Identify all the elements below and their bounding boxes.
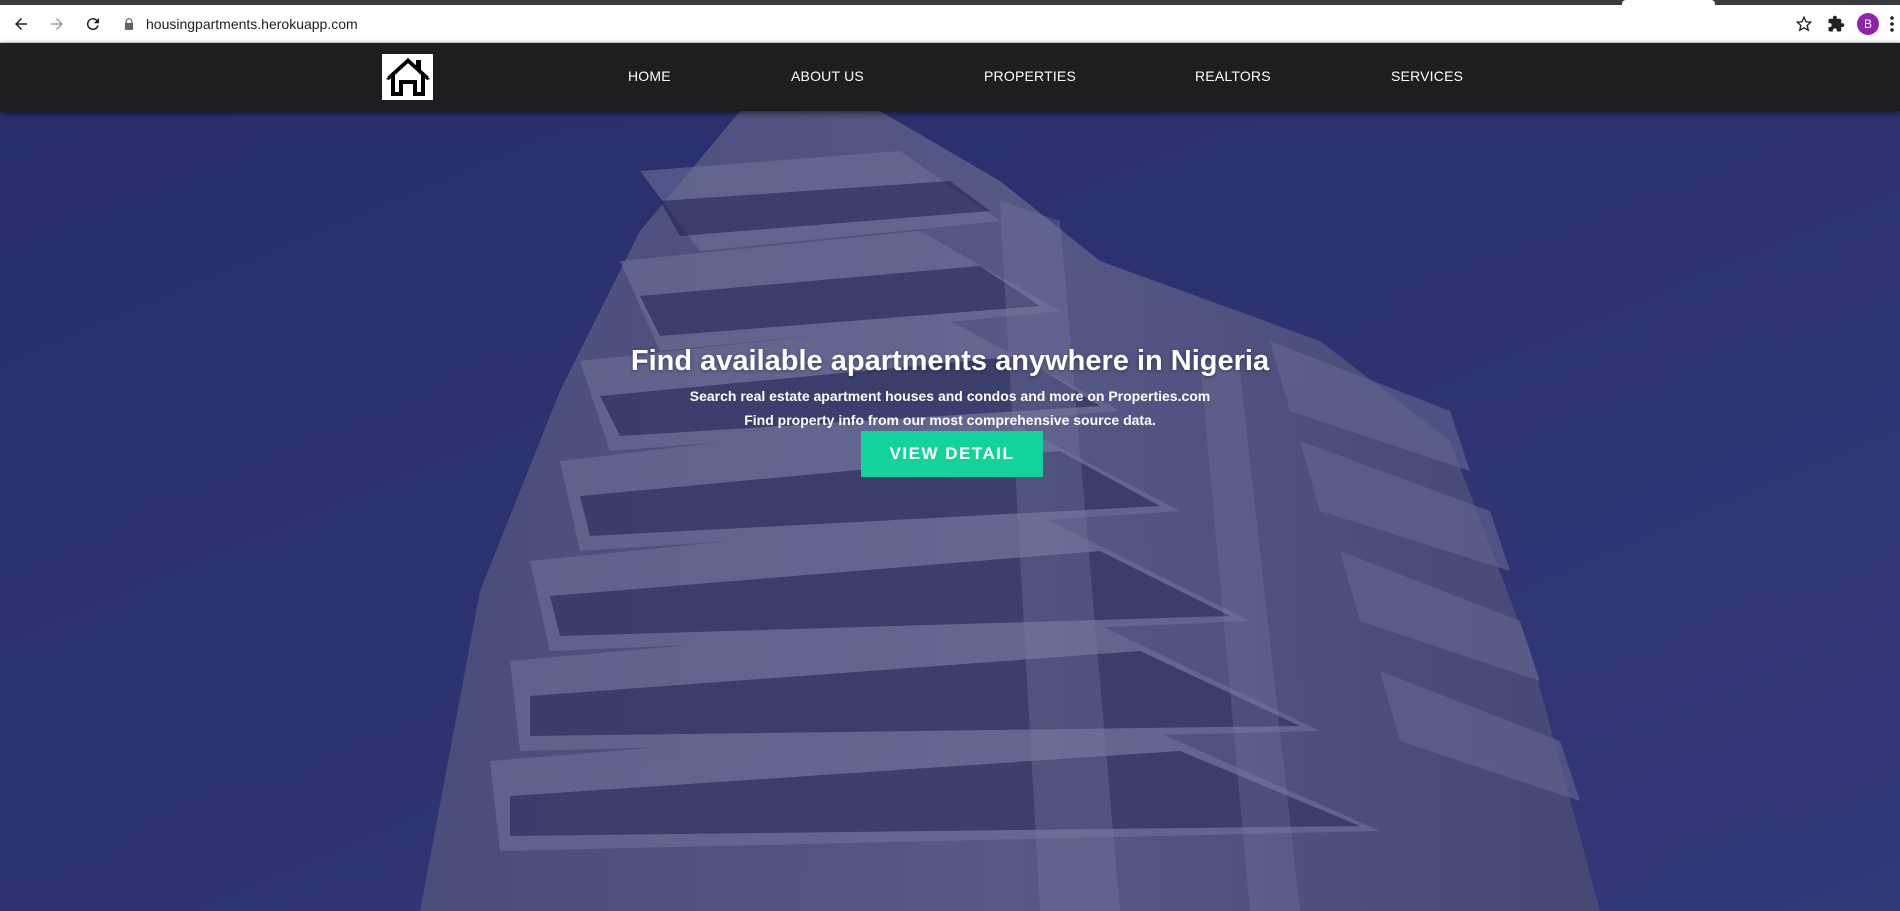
extensions-button[interactable] (1820, 8, 1852, 40)
site-header: HOME ABOUT US PROPERTIES REALTORS SERVIC… (0, 43, 1900, 111)
url-text[interactable]: housingpartments.herokuapp.com (146, 16, 358, 32)
nav-home[interactable]: HOME (628, 68, 671, 84)
browser-menu-button[interactable] (1884, 8, 1900, 40)
lock-icon (124, 17, 134, 30)
nav-services[interactable]: SERVICES (1391, 68, 1463, 84)
hero-subtitle-line-2: Find property info from our most compreh… (744, 412, 1156, 428)
forward-arrow-icon (51, 17, 63, 30)
profile-button[interactable]: B (1852, 8, 1884, 40)
view-detail-button[interactable]: VIEW DETAIL (861, 431, 1043, 477)
address-bar[interactable]: housingpartments.herokuapp.com (122, 9, 1762, 39)
main-nav: HOME ABOUT US PROPERTIES REALTORS SERVIC… (0, 43, 1900, 111)
nav-realtors[interactable]: REALTORS (1195, 68, 1271, 84)
hero-section: Find available apartments anywhere in Ni… (0, 111, 1900, 911)
back-button[interactable] (6, 9, 36, 39)
toolbar-actions: B (1788, 5, 1900, 43)
extensions-puzzle-icon (1828, 15, 1845, 32)
avatar: B (1857, 13, 1879, 35)
reload-icon (86, 17, 99, 30)
browser-toolbar: housingpartments.herokuapp.com B (0, 5, 1900, 43)
nav-properties[interactable]: PROPERTIES (984, 68, 1076, 84)
hero-title: Find available apartments anywhere in Ni… (630, 345, 1270, 377)
kebab-menu-icon (1890, 16, 1894, 32)
nav-about-us[interactable]: ABOUT US (791, 68, 864, 84)
bookmark-button[interactable] (1788, 8, 1820, 40)
hero-overlay (0, 111, 1900, 911)
forward-button[interactable] (42, 9, 72, 39)
hero-subtitle-line-1: Search real estate apartment houses and … (689, 388, 1211, 404)
reload-button[interactable] (78, 9, 108, 39)
back-arrow-icon (15, 17, 27, 30)
star-icon (1795, 15, 1813, 32)
